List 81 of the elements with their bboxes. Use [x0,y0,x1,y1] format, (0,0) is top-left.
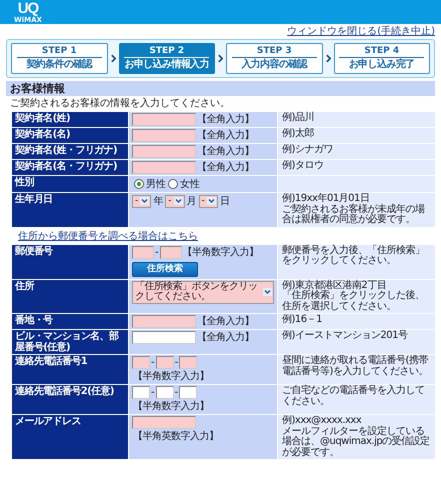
hint-text: 昼間に連絡が取れる電話番号(携帯電話番号等)を入力してください。 [282,356,429,377]
input-note: 【全角入力】 [197,161,254,174]
separator-text: - [174,357,178,368]
hint-text: 例)19xx年01月01日 [282,194,370,204]
input-note: 【半角数字入力】 [133,400,209,413]
chevron-right-icon [218,54,223,63]
text-field[interactable] [160,246,182,258]
text-field[interactable] [132,416,196,429]
field-label: 契約者名(名・フリガナ) [12,160,128,175]
input-note: 【全角入力】 [197,113,254,126]
hint-text: 例)太郎 [282,129,315,140]
hint-text: 例)品川 [282,113,315,124]
text-field[interactable] [156,386,174,399]
text-field[interactable] [132,113,196,126]
chevron-right-icon [326,54,330,63]
caret-icon [140,197,150,205]
input-note: 【半角数字入力】 [133,370,209,383]
field-label: 住所 [12,280,128,313]
field-label: 連絡先電話番号1 [12,355,128,384]
input-note: 【全角入力】 [197,331,254,344]
hint-text: 例)xxx@xxxx.xxx [282,416,362,426]
field-label: 連絡先電話番号2(任意) [12,385,128,414]
field-label: ビル・マンション名、部屋番号(任意) [12,330,128,354]
radio-button[interactable] [134,179,144,189]
hint-text: 例)16－1 [282,315,323,326]
text-field[interactable] [132,246,154,258]
select-field[interactable]: 「住所検索」ボタンをクリックしてください。 [132,280,274,304]
field-label: 郵便番号 [12,244,128,278]
caret-icon [263,288,272,296]
input-note: 【全角入力】 [197,315,254,328]
intro-text: ご契約されるお客様の情報を入力してください。 [10,98,231,110]
field-label: 契約者名(姓) [12,112,128,127]
text-field[interactable] [132,161,196,174]
input-note: 【全角入力】 [197,145,254,158]
separator-text: - [151,387,155,398]
hint-text: 例)シナガワ [282,145,334,156]
text-field[interactable] [132,356,150,369]
separator-text: - [151,357,155,368]
postal-lookup-link[interactable]: 住所から郵便番号を調べる場合はこちら [18,230,198,242]
select-field[interactable]: - [165,194,184,208]
caret-icon [174,197,182,205]
text-field[interactable] [179,386,198,399]
text-field[interactable] [132,129,196,142]
select-field[interactable]: - [198,194,218,208]
input-note: 【半角英数字入力】 [133,430,218,443]
hint-text: メールフィルターを設定している場合は、@uqwimax.jpの受信設定が必要です。 [282,426,431,458]
text-field[interactable] [132,315,196,328]
unit-label: 年 [153,195,164,208]
hint-text: 例)東京都港区港南2丁目 [282,280,388,290]
section-title: お客様情報 [6,81,435,96]
text-field[interactable] [132,386,150,399]
field-label: 番地・号 [12,314,128,329]
field-label: メールアドレス [12,415,128,459]
chevron-right-icon [110,54,116,63]
hint-text: 例)イーストマンション201号 [282,331,408,342]
radio-button[interactable] [168,179,178,189]
hint-text: 郵便番号を入力後、「住所検索」をクリックしてください。 [282,246,426,266]
field-label: 契約者名(名) [12,128,128,143]
address-search-button[interactable]: 住所検索 [132,262,198,276]
radio-label: 女性 [180,178,200,191]
text-field[interactable] [132,145,196,158]
text-field[interactable] [156,356,174,369]
radio-label: 男性 [146,178,166,191]
field-label: 生年月日 [12,193,128,226]
unit-label: 日 [220,195,230,208]
close-window-link[interactable]: ウィンドウを閉じる(手続き中止) [287,26,435,37]
hint-text: ご自宅などの電話番号を入力してください。 [282,386,426,407]
select-field[interactable]: - [132,194,152,208]
text-field[interactable] [132,331,196,344]
unit-label: 月 [186,195,196,208]
input-note: 【全角入力】 [197,129,254,142]
caret-icon [206,197,216,205]
text-field[interactable] [179,356,198,369]
hint-text: 「住所検索」をクリックした後、住所を選択してください。 [282,291,426,312]
hint-text: 例)タロウ [282,161,324,172]
field-label: 契約者名(姓・フリガナ) [12,144,128,159]
field-label: 性別 [12,176,128,192]
separator-text: - [155,246,159,258]
input-note: 【半角数字入力】 [182,246,259,258]
separator-text: - [174,387,178,398]
hint-text: ご契約されるお客様が未成年の場合は親権者の同意が必要です。 [282,204,426,226]
